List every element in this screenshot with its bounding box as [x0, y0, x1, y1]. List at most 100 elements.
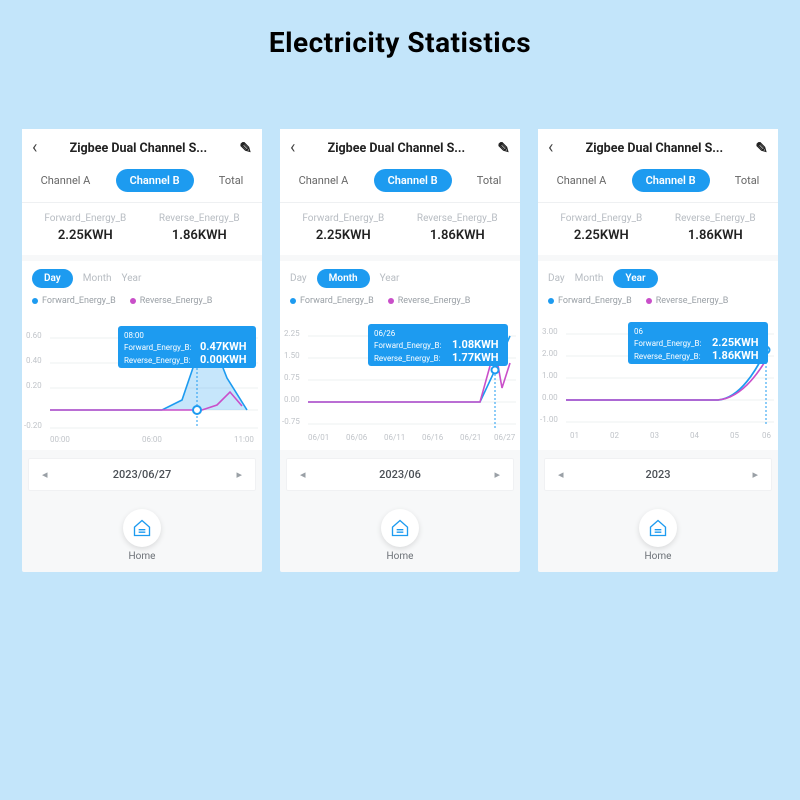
- svg-text:Reverse_Energy_B:: Reverse_Energy_B:: [374, 354, 441, 363]
- svg-text:06/27: 06/27: [494, 433, 516, 442]
- chart-month[interactable]: 2.25 1.50 0.75 0.00 -0.75 06/26: [280, 308, 520, 450]
- svg-text:06/11: 06/11: [384, 433, 405, 442]
- svg-text:-1.00: -1.00: [540, 415, 558, 424]
- svg-text:1.00: 1.00: [542, 371, 558, 380]
- forward-energy-label: Forward_Energy_B: [302, 213, 384, 224]
- home-button[interactable]: [639, 509, 677, 547]
- home-button[interactable]: [123, 509, 161, 547]
- svg-text:0.00: 0.00: [284, 395, 300, 404]
- svg-text:0.75: 0.75: [284, 373, 300, 382]
- svg-text:06:00: 06:00: [142, 435, 162, 444]
- svg-text:0.00: 0.00: [542, 393, 558, 402]
- period-year[interactable]: Year: [380, 273, 400, 284]
- legend-reverse: Reverse_Energy_B: [388, 296, 471, 306]
- panel-title: Zigbee Dual Channel S...: [586, 141, 724, 156]
- panel-day: ‹ Zigbee Dual Channel S... ✎ Channel A C…: [22, 129, 262, 572]
- svg-text:1.50: 1.50: [284, 351, 300, 360]
- edit-icon[interactable]: ✎: [755, 139, 768, 157]
- back-icon[interactable]: ‹: [32, 139, 37, 157]
- svg-text:0.20: 0.20: [26, 381, 42, 390]
- legend-forward: Forward_Energy_B: [290, 296, 374, 306]
- tab-channel-b[interactable]: Channel B: [116, 169, 194, 192]
- forward-energy-label: Forward_Energy_B: [560, 213, 642, 224]
- period-day[interactable]: Day: [290, 273, 307, 284]
- home-icon: [132, 518, 152, 538]
- panel-title: Zigbee Dual Channel S...: [328, 141, 466, 156]
- svg-text:Forward_Energy_B:: Forward_Energy_B:: [374, 341, 442, 350]
- svg-text:11:00: 11:00: [234, 435, 254, 444]
- period-year[interactable]: Year: [122, 273, 142, 284]
- forward-energy-value: 2.25KWH: [560, 228, 642, 243]
- home-label: Home: [387, 551, 414, 562]
- legend-reverse: Reverse_Energy_B: [646, 296, 729, 306]
- tab-channel-a[interactable]: Channel A: [557, 174, 607, 187]
- svg-text:Reverse_Energy_B:: Reverse_Energy_B:: [634, 352, 701, 361]
- svg-text:2.25: 2.25: [284, 329, 300, 338]
- tab-total[interactable]: Total: [735, 174, 760, 187]
- legend-forward: Forward_Energy_B: [548, 296, 632, 306]
- tooltip-forward-value: 0.47KWH: [200, 340, 247, 353]
- date-prev-icon[interactable]: ◂: [42, 468, 48, 481]
- tab-channel-a[interactable]: Channel A: [299, 174, 349, 187]
- date-label[interactable]: 2023/06/27: [113, 468, 172, 481]
- date-prev-icon[interactable]: ◂: [558, 468, 564, 481]
- edit-icon[interactable]: ✎: [497, 139, 510, 157]
- tooltip-forward-value: 1.08KWH: [452, 338, 499, 351]
- tooltip-reverse-value: 0.00KWH: [200, 353, 247, 366]
- forward-energy-value: 2.25KWH: [44, 228, 126, 243]
- period-month[interactable]: Month: [83, 273, 112, 284]
- period-day[interactable]: Day: [548, 273, 565, 284]
- forward-energy-label: Forward_Energy_B: [44, 213, 126, 224]
- reverse-energy-label: Reverse_Energy_B: [159, 213, 240, 224]
- date-prev-icon[interactable]: ◂: [300, 468, 306, 481]
- home-label: Home: [645, 551, 672, 562]
- panel-title: Zigbee Dual Channel S...: [70, 141, 208, 156]
- period-month[interactable]: Month: [317, 269, 370, 288]
- tooltip-time: 08:00: [124, 331, 144, 340]
- home-button[interactable]: [381, 509, 419, 547]
- svg-text:00:00: 00:00: [50, 435, 70, 444]
- date-label[interactable]: 2023: [645, 468, 670, 481]
- period-year[interactable]: Year: [613, 269, 657, 288]
- svg-text:0.40: 0.40: [26, 356, 42, 365]
- svg-text:02: 02: [610, 431, 619, 440]
- date-next-icon[interactable]: ▸: [494, 468, 500, 481]
- svg-text:06/06: 06/06: [346, 433, 368, 442]
- home-label: Home: [129, 551, 156, 562]
- period-day[interactable]: Day: [32, 269, 73, 288]
- home-icon: [390, 518, 410, 538]
- tab-total[interactable]: Total: [219, 174, 244, 187]
- svg-text:0.60: 0.60: [26, 331, 42, 340]
- reverse-energy-label: Reverse_Energy_B: [417, 213, 498, 224]
- reverse-energy-value: 1.86KWH: [159, 228, 240, 243]
- svg-text:2.00: 2.00: [542, 349, 558, 358]
- legend-reverse: Reverse_Energy_B: [130, 296, 213, 306]
- edit-icon[interactable]: ✎: [239, 139, 252, 157]
- date-label[interactable]: 2023/06: [379, 468, 421, 481]
- back-icon[interactable]: ‹: [290, 139, 295, 157]
- svg-text:05: 05: [730, 431, 739, 440]
- reverse-energy-value: 1.86KWH: [675, 228, 756, 243]
- date-next-icon[interactable]: ▸: [236, 468, 242, 481]
- tab-channel-b[interactable]: Channel B: [632, 169, 710, 192]
- svg-text:Reverse_Energy_B:: Reverse_Energy_B:: [124, 356, 191, 365]
- tooltip-time: 06: [634, 327, 643, 336]
- forward-energy-value: 2.25KWH: [302, 228, 384, 243]
- svg-text:Forward_Energy_B:: Forward_Energy_B:: [124, 343, 192, 352]
- tab-channel-a[interactable]: Channel A: [41, 174, 91, 187]
- period-month[interactable]: Month: [575, 273, 604, 284]
- back-icon[interactable]: ‹: [548, 139, 553, 157]
- svg-text:06/21: 06/21: [460, 433, 481, 442]
- tooltip-reverse-value: 1.77KWH: [452, 351, 499, 364]
- home-icon: [648, 518, 668, 538]
- svg-text:06/01: 06/01: [308, 433, 329, 442]
- chart-year[interactable]: 3.00 2.00 1.00 0.00 -1.00 06 Forward_Ene…: [538, 308, 778, 450]
- panels-row: ‹ Zigbee Dual Channel S... ✎ Channel A C…: [0, 69, 800, 572]
- tab-total[interactable]: Total: [477, 174, 502, 187]
- reverse-energy-label: Reverse_Energy_B: [675, 213, 756, 224]
- tab-channel-b[interactable]: Channel B: [374, 169, 452, 192]
- chart-day[interactable]: 0.60 0.40 0.20 -0.20 08:: [22, 308, 262, 450]
- reverse-energy-value: 1.86KWH: [417, 228, 498, 243]
- date-next-icon[interactable]: ▸: [752, 468, 758, 481]
- panel-month: ‹ Zigbee Dual Channel S... ✎ Channel A C…: [280, 129, 520, 572]
